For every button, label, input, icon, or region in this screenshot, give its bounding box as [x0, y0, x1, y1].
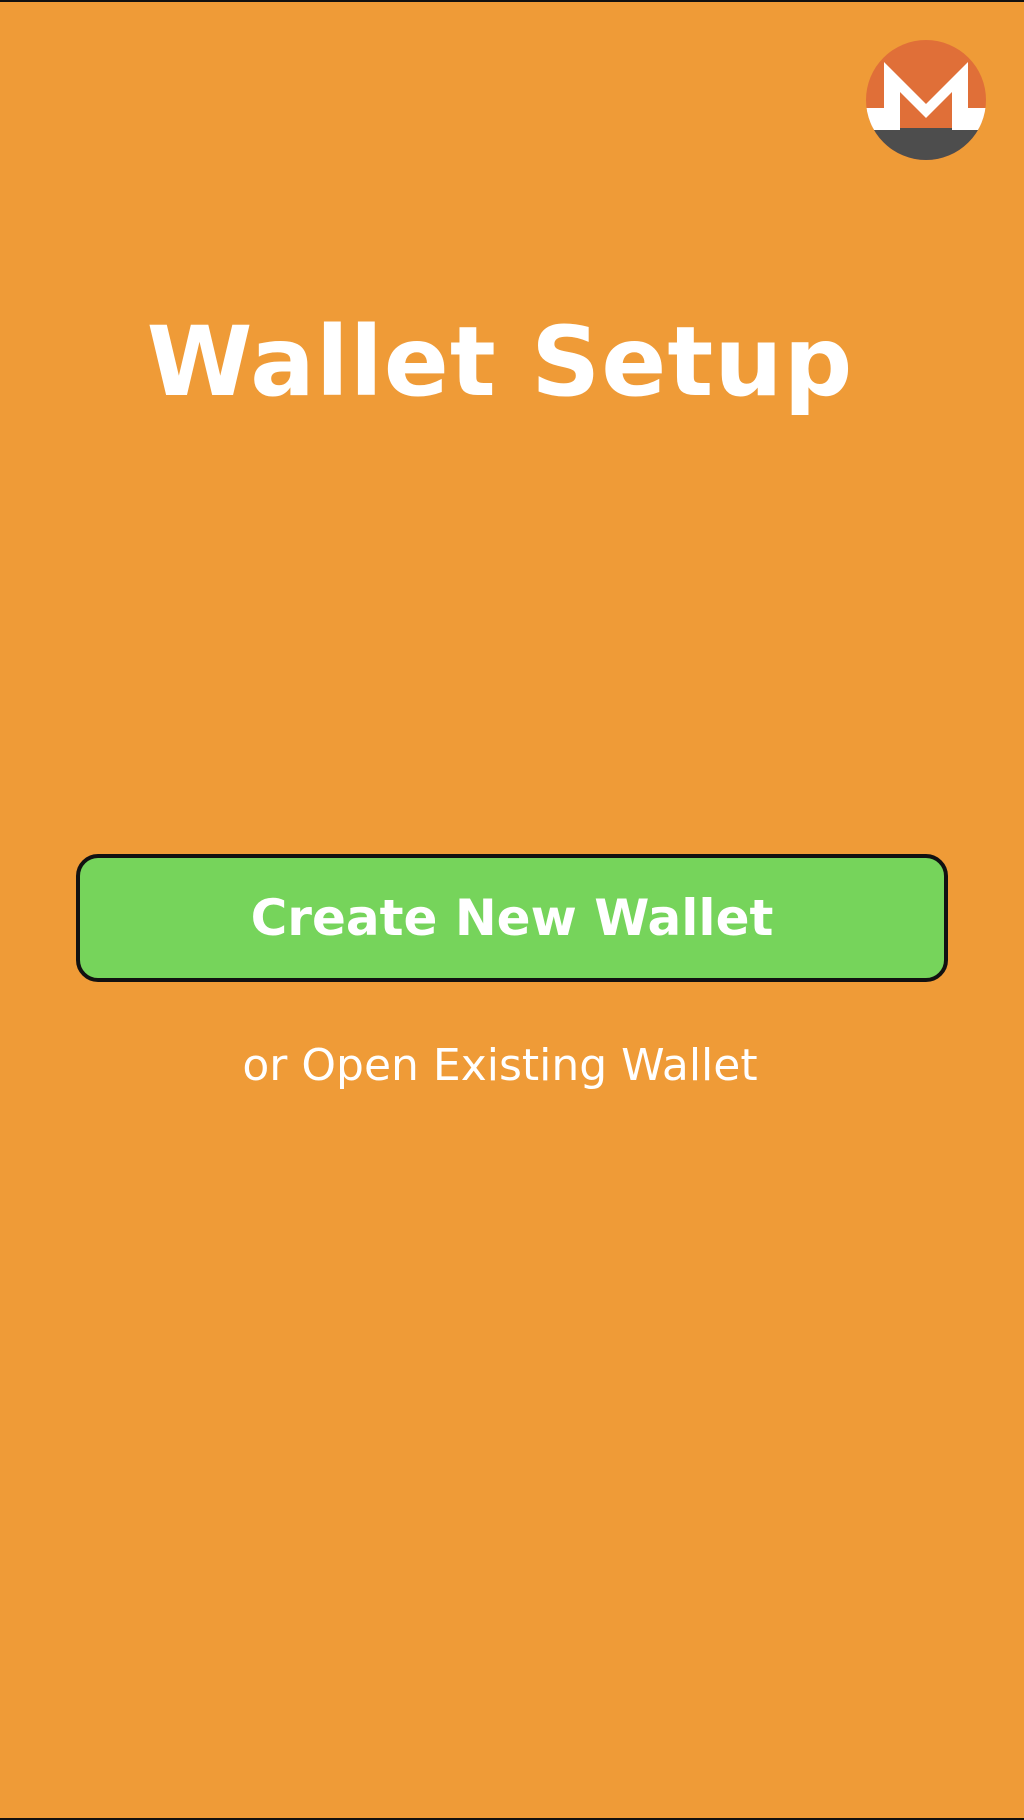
- monero-logo-graphic: [866, 40, 986, 160]
- create-new-wallet-button[interactable]: Create New Wallet: [76, 854, 948, 982]
- wallet-setup-screen: Wallet Setup Create New Wallet or Open E…: [0, 0, 1024, 1820]
- monero-logo-icon[interactable]: [866, 40, 986, 160]
- open-existing-wallet-link[interactable]: or Open Existing Wallet: [0, 1036, 1000, 1096]
- page-title: Wallet Setup: [146, 306, 854, 418]
